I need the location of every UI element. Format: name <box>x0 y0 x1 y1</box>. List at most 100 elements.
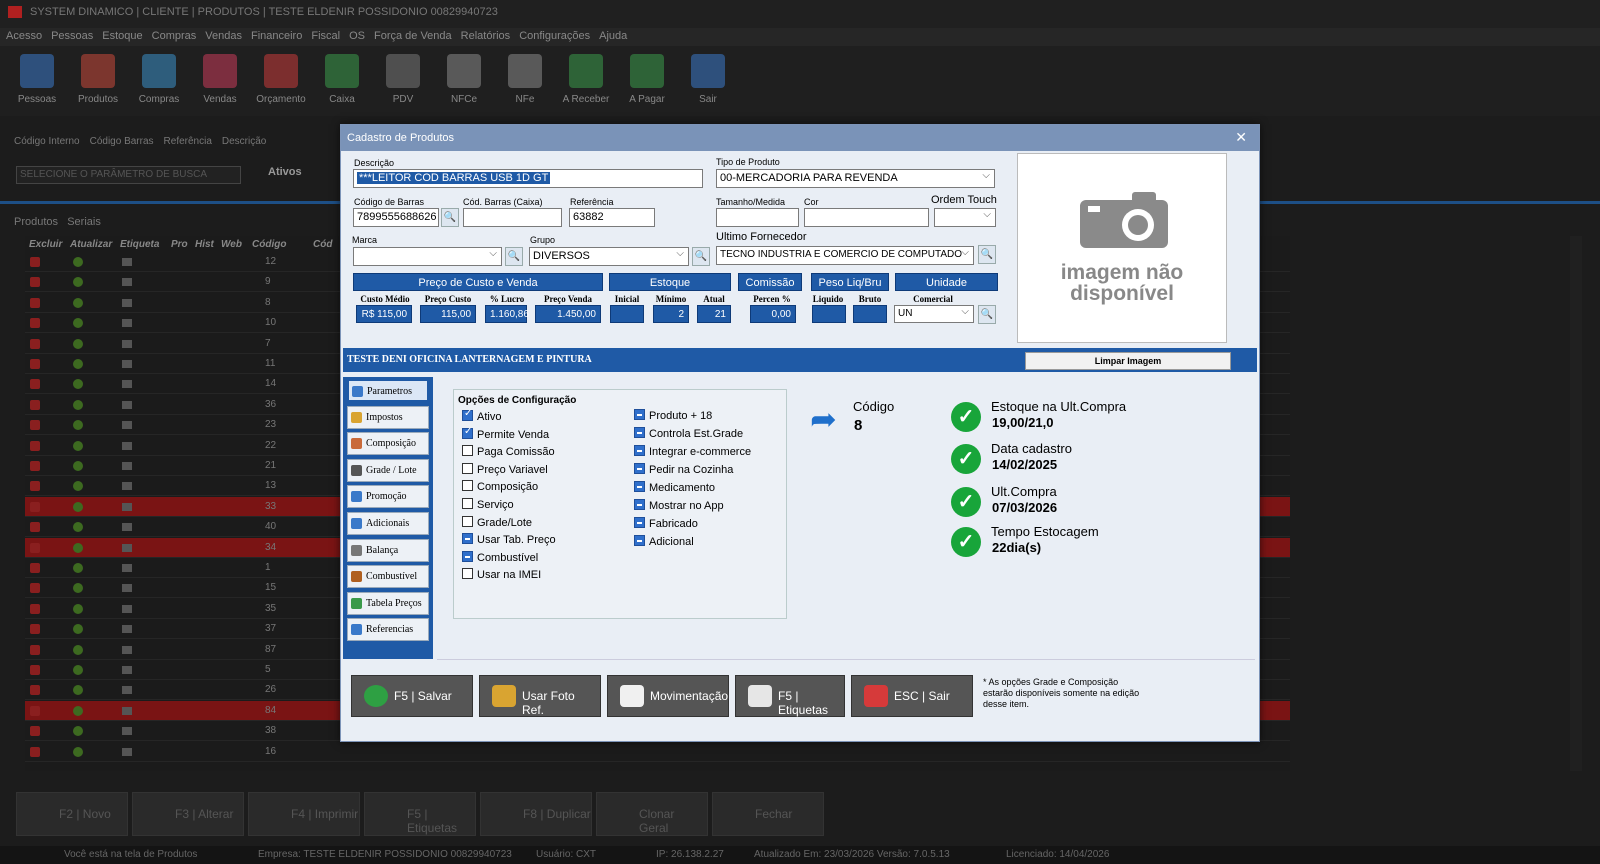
checkbox[interactable] <box>634 445 645 456</box>
delete-icon[interactable] <box>30 420 40 431</box>
label-icon[interactable] <box>122 686 132 695</box>
label-icon[interactable] <box>122 339 132 348</box>
toolbar-oramento-button[interactable]: Orçamento <box>250 54 312 105</box>
refresh-icon[interactable] <box>73 542 83 553</box>
sidemenu-gradelote[interactable]: Grade / Lote <box>347 458 429 482</box>
delete-icon[interactable] <box>30 399 40 410</box>
label-icon[interactable] <box>122 258 132 266</box>
menu-item-3[interactable]: Compras <box>152 30 197 42</box>
toolbar-apagar-button[interactable]: A Pagar <box>616 54 678 105</box>
descricao-field[interactable]: ***LEITOR COD BARRAS USB 1D GT <box>353 169 703 188</box>
label-icon[interactable] <box>122 298 132 307</box>
movimentacao-button[interactable]: Movimentação <box>607 675 729 717</box>
refresh-icon[interactable] <box>73 624 83 635</box>
marca-select[interactable] <box>353 247 502 266</box>
toolbar-sair-button[interactable]: Sair <box>677 54 739 105</box>
delete-icon[interactable] <box>30 705 40 716</box>
delete-icon[interactable] <box>30 359 40 369</box>
toolbar-vendas-button[interactable]: Vendas <box>189 54 251 105</box>
delete-icon[interactable] <box>30 277 40 288</box>
refresh-icon[interactable] <box>73 603 83 614</box>
refresh-icon[interactable] <box>73 746 83 757</box>
fornecedor-select[interactable]: TECNO INDUSTRIA E COMERCIO DE COMPUTADO <box>716 246 974 265</box>
bottom-button-4[interactable]: F8 | Duplicar <box>480 792 592 836</box>
menu-item-10[interactable]: Configurações <box>519 30 590 42</box>
label-icon[interactable] <box>122 645 132 654</box>
delete-icon[interactable] <box>30 318 40 329</box>
limpar-imagem-button[interactable]: Limpar Imagem <box>1025 352 1231 370</box>
refresh-icon[interactable] <box>73 685 83 696</box>
option-pedir-na-cozinha[interactable]: Pedir na Cozinha <box>634 463 733 476</box>
bruto-field[interactable] <box>853 305 887 323</box>
unidade-search-button[interactable]: 🔍 <box>978 305 996 324</box>
percen-field[interactable]: 0,00 <box>750 305 796 323</box>
option-usar-tab--prec-o[interactable]: Usar Tab. Preço <box>462 533 556 546</box>
codigo-barras-field[interactable]: 7899555688626 <box>353 208 439 227</box>
refresh-icon[interactable] <box>73 399 83 410</box>
delete-icon[interactable] <box>30 583 40 594</box>
salvar-button[interactable]: F5 | Salvar <box>351 675 473 717</box>
refresh-icon[interactable] <box>73 440 83 451</box>
delete-icon[interactable] <box>30 461 40 471</box>
unidade-select[interactable]: UN <box>894 305 974 323</box>
tab-seriais[interactable]: Seriais <box>67 216 101 228</box>
option-fabricado[interactable]: Fabricado <box>634 517 698 530</box>
delete-icon[interactable] <box>30 440 40 451</box>
search-option-2[interactable]: Referência <box>164 136 212 147</box>
menu-item-8[interactable]: Força de Venda <box>374 30 452 42</box>
label-icon[interactable] <box>122 400 132 409</box>
atual-field[interactable]: 21 <box>697 305 731 323</box>
label-icon[interactable] <box>122 502 132 511</box>
delete-icon[interactable] <box>30 522 40 533</box>
liquido-field[interactable] <box>812 305 846 323</box>
option-usar-na-imei[interactable]: Usar na IMEI <box>462 568 541 581</box>
refresh-icon[interactable] <box>73 563 83 573</box>
label-icon[interactable] <box>122 543 132 552</box>
label-icon[interactable] <box>122 584 132 593</box>
toolbar-compras-button[interactable]: Compras <box>128 54 190 105</box>
cor-field[interactable] <box>804 208 929 227</box>
inicial-field[interactable] <box>610 305 644 323</box>
checkbox[interactable] <box>462 515 473 527</box>
refresh-icon[interactable] <box>73 297 83 308</box>
toolbar-pdv-button[interactable]: PDV <box>372 54 434 105</box>
toolbar-nfce-button[interactable]: NFCe <box>433 54 495 105</box>
search-option-1[interactable]: Código Barras <box>90 136 154 147</box>
toolbar-pessoas-button[interactable]: Pessoas <box>6 54 68 105</box>
close-icon[interactable]: ✕ <box>1235 129 1247 146</box>
checkbox[interactable] <box>462 445 473 457</box>
custo-medio-field[interactable]: R$ 115,00 <box>356 305 412 323</box>
delete-icon[interactable] <box>30 746 40 757</box>
menu-item-5[interactable]: Financeiro <box>251 30 302 42</box>
ordem-touch-select[interactable] <box>934 208 996 227</box>
checkbox[interactable] <box>634 463 645 474</box>
option-paga-comissa-o[interactable]: Paga Comissão <box>462 445 555 458</box>
label-icon[interactable] <box>122 747 132 756</box>
option-controla-est-grade[interactable]: Controla Est.Grade <box>634 427 743 440</box>
label-icon[interactable] <box>122 319 132 328</box>
checkbox[interactable] <box>634 481 645 492</box>
option-medicamento[interactable]: Medicamento <box>634 481 715 494</box>
checkbox[interactable] <box>634 517 645 528</box>
label-icon[interactable] <box>122 278 132 287</box>
menu-item-11[interactable]: Ajuda <box>599 30 627 42</box>
sidemenu-adicionais[interactable]: Adicionais <box>347 512 429 535</box>
delete-icon[interactable] <box>30 257 40 267</box>
checkbox[interactable] <box>634 499 645 510</box>
sidemenu-balanca[interactable]: Balança <box>347 538 429 562</box>
refresh-icon[interactable] <box>73 705 83 716</box>
usar-foto-button[interactable]: Usar Foto Ref. <box>479 675 601 717</box>
menu-item-4[interactable]: Vendas <box>205 30 242 42</box>
preco-custo-field[interactable]: 115,00 <box>420 305 476 323</box>
menu-item-2[interactable]: Estoque <box>102 30 142 42</box>
refresh-icon[interactable] <box>73 481 83 492</box>
sidemenu-tabelaprecos[interactable]: Tabela Preços <box>347 591 429 615</box>
bottom-button-2[interactable]: F4 | Imprimir <box>248 792 360 836</box>
delete-icon[interactable] <box>30 501 40 512</box>
referencia-field[interactable]: 63882 <box>569 208 655 227</box>
tamanho-field[interactable] <box>716 208 799 227</box>
sidemenu-composicao[interactable]: Composição <box>347 432 429 456</box>
status-filter[interactable]: Ativos <box>268 166 302 178</box>
delete-icon[interactable] <box>30 603 40 614</box>
option-mostrar-no-app[interactable]: Mostrar no App <box>634 499 724 512</box>
